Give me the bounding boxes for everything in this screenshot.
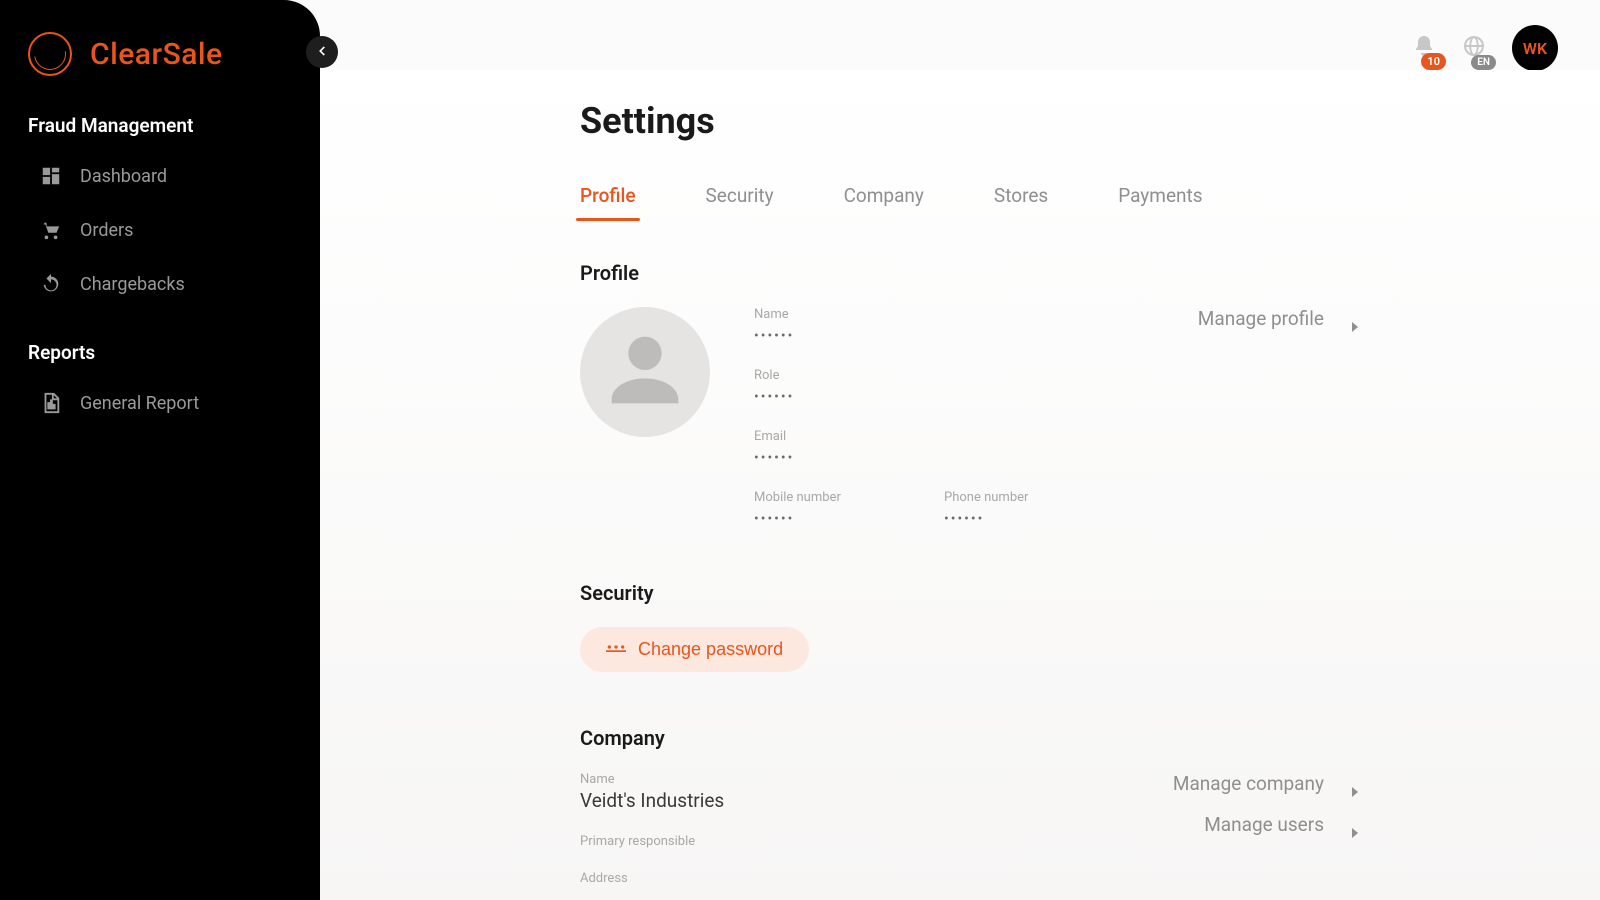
language-badge: EN: [1471, 55, 1496, 70]
password-icon: [606, 639, 626, 660]
report-icon: [40, 392, 62, 414]
field-label-name: Name: [754, 307, 1104, 322]
cart-icon: [40, 219, 62, 241]
sidebar-item-orders[interactable]: Orders: [0, 203, 320, 257]
company-name-value: Veidt's Industries: [580, 789, 724, 812]
brand-logo-icon: [28, 32, 72, 76]
change-password-label: Change password: [638, 639, 783, 660]
manage-users-link[interactable]: Manage users: [1204, 813, 1360, 836]
refresh-icon: [40, 273, 62, 295]
tab-payments[interactable]: Payments: [1118, 184, 1202, 221]
company-address-label: Address: [580, 871, 724, 886]
sidebar-item-label: Orders: [80, 220, 133, 241]
brand-name: ClearSale: [90, 37, 223, 72]
sidebar-item-label: Dashboard: [80, 166, 167, 187]
tab-security[interactable]: Security: [706, 184, 774, 221]
user-avatar[interactable]: WK: [1512, 25, 1558, 71]
sidebar-section-title: Reports: [0, 311, 320, 376]
notification-count-badge: 10: [1421, 53, 1446, 70]
main-content: Settings Profile Security Company Stores…: [320, 70, 1600, 900]
field-value-phone: ••••••: [944, 511, 1104, 527]
chevron-right-icon: [1350, 779, 1360, 789]
settings-tabs: Profile Security Company Stores Payments: [580, 184, 1360, 221]
sidebar-item-chargebacks[interactable]: Chargebacks: [0, 257, 320, 311]
sidebar-item-general-report[interactable]: General Report: [0, 376, 320, 430]
notifications-button[interactable]: 10: [1412, 34, 1436, 62]
field-value-role: ••••••: [754, 389, 1104, 405]
profile-section-heading: Profile: [580, 261, 1360, 285]
manage-company-link[interactable]: Manage company: [1173, 772, 1360, 795]
field-value-name: ••••••: [754, 328, 1104, 344]
tab-profile[interactable]: Profile: [580, 184, 636, 221]
sidebar-item-label: General Report: [80, 393, 199, 414]
profile-avatar-placeholder: [580, 307, 710, 437]
person-icon: [595, 320, 695, 424]
chevron-right-icon: [1350, 820, 1360, 830]
sidebar: ClearSale Fraud Management Dashboard Ord…: [0, 0, 320, 900]
company-name-label: Name: [580, 772, 724, 787]
field-label-email: Email: [754, 429, 1104, 444]
page-title: Settings: [580, 100, 1360, 142]
chevron-right-icon: [1350, 314, 1360, 324]
company-section-heading: Company: [580, 726, 1360, 750]
company-primary-responsible-label: Primary responsible: [580, 834, 724, 849]
tab-company[interactable]: Company: [844, 184, 924, 221]
dashboard-icon: [40, 165, 62, 187]
brand-logo[interactable]: ClearSale: [0, 24, 320, 84]
field-label-role: Role: [754, 368, 1104, 383]
tab-stores[interactable]: Stores: [994, 184, 1048, 221]
field-label-mobile: Mobile number: [754, 490, 914, 505]
avatar-initials: WK: [1523, 39, 1547, 58]
field-value-email: ••••••: [754, 450, 1104, 466]
manage-users-label: Manage users: [1204, 813, 1324, 836]
sidebar-section-title: Fraud Management: [0, 84, 320, 149]
security-section-heading: Security: [580, 581, 1360, 605]
manage-profile-link[interactable]: Manage profile: [1198, 307, 1360, 330]
sidebar-item-label: Chargebacks: [80, 274, 185, 295]
change-password-button[interactable]: Change password: [580, 627, 809, 672]
field-label-phone: Phone number: [944, 490, 1104, 505]
field-value-mobile: ••••••: [754, 511, 914, 527]
sidebar-item-dashboard[interactable]: Dashboard: [0, 149, 320, 203]
manage-company-label: Manage company: [1173, 772, 1324, 795]
manage-profile-label: Manage profile: [1198, 307, 1324, 330]
language-selector[interactable]: EN: [1462, 34, 1486, 62]
